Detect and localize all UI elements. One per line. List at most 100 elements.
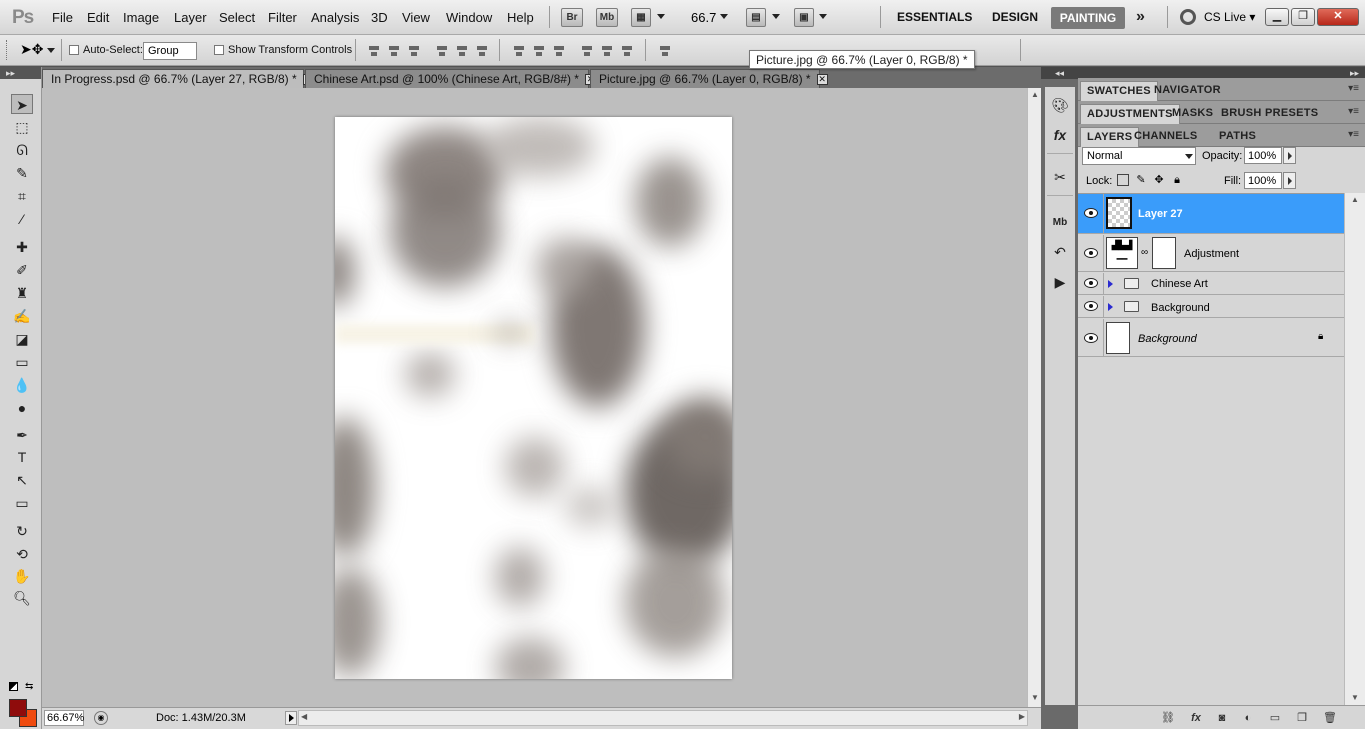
pen-tool-icon[interactable]: ✒: [11, 425, 33, 445]
zoom-field[interactable]: 66.67%: [44, 710, 84, 726]
chevron-down-icon[interactable]: [657, 14, 665, 19]
tab-swatches[interactable]: SWATCHES: [1080, 81, 1158, 101]
distribute-bottom-icon[interactable]: [552, 44, 566, 58]
chevron-down-icon[interactable]: [772, 14, 780, 19]
tab-masks[interactable]: MASKS: [1166, 104, 1219, 124]
scroll-left-icon[interactable]: ◀: [301, 712, 307, 721]
panel-menu-icon[interactable]: ▾≡: [1348, 83, 1359, 94]
tab-paths[interactable]: PATHS: [1213, 127, 1262, 147]
history-brush-tool-icon[interactable]: ✍: [11, 306, 33, 326]
bridge-button[interactable]: Br: [561, 8, 583, 27]
vertical-scrollbar[interactable]: ▲ ▼: [1027, 88, 1041, 707]
layer-name[interactable]: Chinese Art: [1151, 278, 1208, 290]
menu-select[interactable]: Select: [219, 10, 255, 25]
mini-bridge-button[interactable]: Mb: [596, 8, 618, 27]
gradient-tool-icon[interactable]: ▭: [11, 352, 33, 372]
auto-select-checkbox[interactable]: [69, 45, 79, 55]
menu-image[interactable]: Image: [123, 10, 159, 25]
type-tool-icon[interactable]: T: [11, 447, 33, 467]
move-tool-icon[interactable]: ➤: [11, 94, 33, 114]
tools-panel-collapse[interactable]: ▸▸: [0, 67, 41, 79]
link-icon[interactable]: ∞: [1141, 247, 1148, 258]
eye-icon[interactable]: [1084, 208, 1098, 218]
eyedropper-tool-icon[interactable]: ⁄: [11, 209, 33, 229]
zoom-tool-icon[interactable]: 🔍︎: [11, 588, 33, 608]
close-button[interactable]: ✕: [1317, 8, 1359, 26]
tab-chinese-art[interactable]: Chinese Art.psd @ 100% (Chinese Art, RGB…: [305, 69, 596, 88]
cs-live-menu[interactable]: CS Live ▾: [1204, 10, 1255, 24]
distribute-left-icon[interactable]: [580, 44, 594, 58]
distribute-vertical-center-icon[interactable]: [532, 44, 546, 58]
move-tool-preset-icon[interactable]: ➤✥: [20, 41, 43, 58]
chevron-down-icon[interactable]: [1185, 154, 1193, 159]
styles-fx-icon[interactable]: fx: [1049, 124, 1071, 146]
icon-strip-collapse[interactable]: ◂◂: [1041, 67, 1078, 79]
new-adjustment-layer-icon[interactable]: ◐: [1240, 711, 1256, 725]
status-info-icon[interactable]: ◉: [94, 711, 108, 725]
mini-bridge-icon[interactable]: Mb: [1049, 212, 1071, 234]
swap-colors-icon[interactable]: ⇆: [25, 681, 33, 692]
menu-filter[interactable]: Filter: [268, 10, 297, 25]
align-right-icon[interactable]: [475, 44, 489, 58]
layer-name[interactable]: Background: [1151, 302, 1210, 314]
distribute-horizontal-center-icon[interactable]: [600, 44, 614, 58]
tab-picture[interactable]: Picture.jpg @ 66.7% (Layer 0, RGB/8) * ✕: [590, 69, 828, 88]
default-colors-icon[interactable]: [9, 682, 18, 691]
healing-brush-tool-icon[interactable]: ✚: [11, 237, 33, 257]
eraser-tool-icon[interactable]: ◪: [11, 329, 33, 349]
brush-tools-icon[interactable]: ✂: [1049, 166, 1071, 188]
screen-mode-icon[interactable]: ▣: [794, 8, 814, 27]
marquee-tool-icon[interactable]: ⬚: [11, 117, 33, 137]
scroll-right-icon[interactable]: ▶: [1019, 712, 1025, 721]
restore-button[interactable]: ❐: [1291, 8, 1315, 26]
align-left-icon[interactable]: [435, 44, 449, 58]
quick-selection-tool-icon[interactable]: ✎: [11, 163, 33, 183]
tab-in-progress[interactable]: In Progress.psd @ 66.7% (Layer 27, RGB/8…: [42, 69, 314, 88]
auto-select-mode-select[interactable]: Group: [143, 42, 197, 60]
lock-transparent-icon[interactable]: [1117, 174, 1129, 186]
eye-icon[interactable]: [1084, 301, 1098, 311]
cs-live-icon[interactable]: [1180, 9, 1196, 25]
chevron-down-icon[interactable]: [47, 48, 55, 53]
menu-3d[interactable]: 3D: [371, 10, 388, 25]
zoom-level[interactable]: 66.7: [691, 10, 716, 25]
add-mask-icon[interactable]: ◙: [1214, 711, 1230, 725]
new-layer-icon[interactable]: ❐: [1294, 711, 1310, 725]
align-horizontal-center-icon[interactable]: [455, 44, 469, 58]
align-bottom-icon[interactable]: [407, 44, 421, 58]
layer-row[interactable]: Background 🔒︎: [1078, 319, 1344, 357]
layer-name[interactable]: Background: [1138, 333, 1197, 345]
align-vertical-center-icon[interactable]: [387, 44, 401, 58]
layer-row[interactable]: ▟▙▟ ━━ ∞ Adjustment: [1078, 235, 1344, 272]
crop-tool-icon[interactable]: ⌗: [11, 186, 33, 206]
distribute-right-icon[interactable]: [620, 44, 634, 58]
workspace-painting[interactable]: PAINTING: [1051, 7, 1125, 29]
grip-handle[interactable]: [6, 40, 9, 60]
brush-tool-icon[interactable]: ✐: [11, 260, 33, 280]
rectangle-tool-icon[interactable]: ▭: [11, 493, 33, 513]
layer-group-row[interactable]: Background: [1078, 296, 1344, 318]
eye-icon[interactable]: [1084, 278, 1098, 288]
blend-mode-select[interactable]: Normal: [1082, 147, 1196, 165]
chevron-down-icon[interactable]: [819, 14, 827, 19]
scroll-down-icon[interactable]: ▼: [1031, 693, 1039, 702]
document-canvas[interactable]: [335, 117, 732, 679]
layers-scrollbar[interactable]: ▲ ▼: [1344, 193, 1365, 708]
eye-icon[interactable]: [1084, 333, 1098, 343]
add-layer-style-icon[interactable]: fx: [1188, 711, 1204, 725]
menu-window[interactable]: Window: [446, 10, 492, 25]
eye-icon[interactable]: [1084, 248, 1098, 258]
3d-rotate-tool-icon[interactable]: ↻: [11, 521, 33, 541]
scroll-up-icon[interactable]: ▲: [1031, 90, 1039, 99]
scroll-up-icon[interactable]: ▲: [1351, 195, 1359, 204]
extras-icon[interactable]: ▦: [631, 8, 651, 27]
history-icon[interactable]: ↶: [1049, 241, 1071, 263]
tab-brush-presets[interactable]: BRUSH PRESETS: [1215, 104, 1324, 124]
distribute-top-icon[interactable]: [512, 44, 526, 58]
panel-menu-icon[interactable]: ▾≡: [1348, 129, 1359, 140]
close-tab-icon[interactable]: ✕: [816, 74, 828, 86]
menu-analysis[interactable]: Analysis: [311, 10, 359, 25]
layer-name[interactable]: Adjustment: [1184, 248, 1239, 260]
actions-play-icon[interactable]: ▶: [1049, 271, 1071, 293]
status-menu-button[interactable]: [285, 711, 297, 725]
